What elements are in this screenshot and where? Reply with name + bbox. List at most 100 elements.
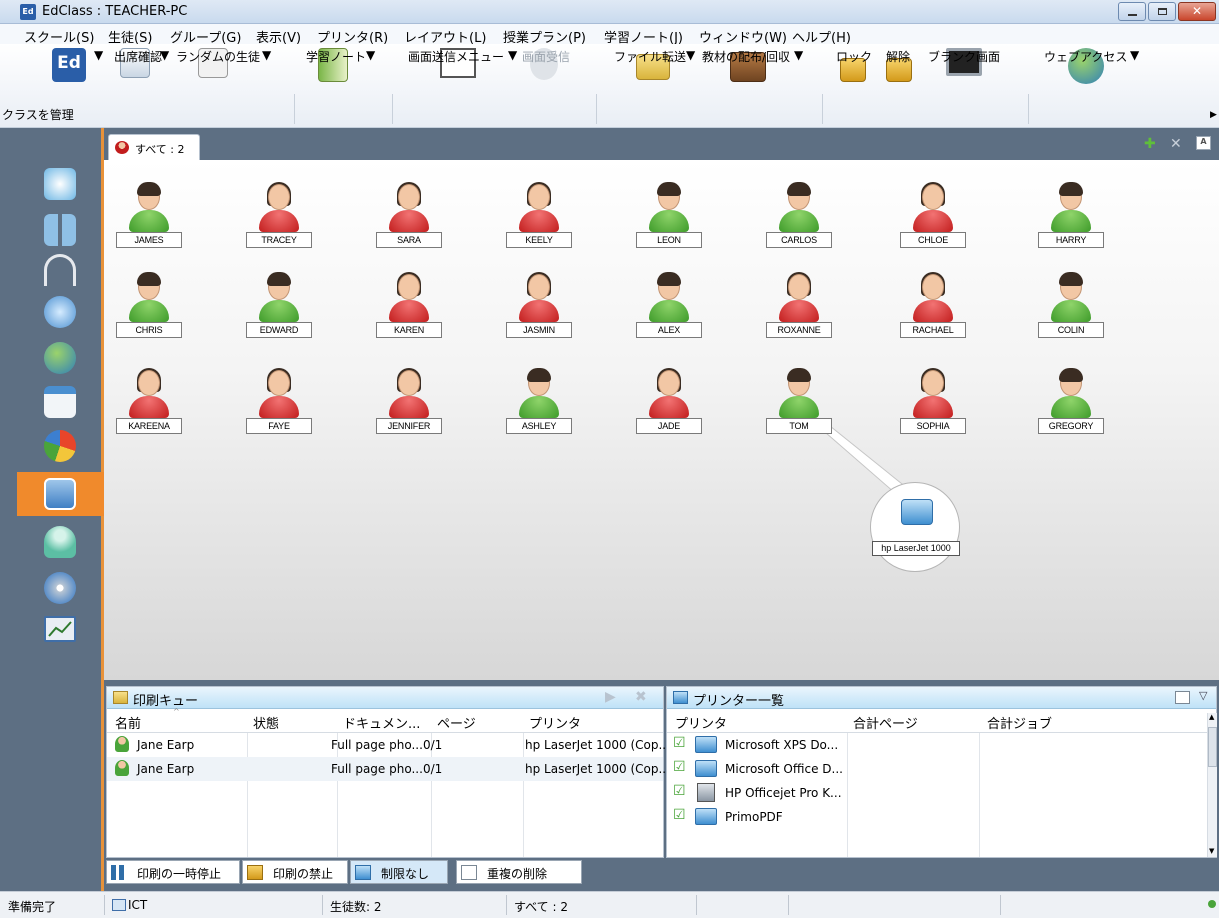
disc-icon[interactable] <box>44 572 76 604</box>
student-name-label: KEELY <box>506 232 572 248</box>
maximize-button[interactable] <box>1148 2 1176 21</box>
student-tracey[interactable]: TRACEY <box>246 170 312 248</box>
add-tab-icon[interactable]: ✚ <box>1144 136 1156 152</box>
student-sara[interactable]: SARA <box>376 170 442 248</box>
student-james[interactable]: JAMES <box>116 170 182 248</box>
scroll-down-icon[interactable]: ▼ <box>1209 847 1214 855</box>
manage-class-button[interactable]: Ed <box>52 48 86 82</box>
help-question-icon[interactable] <box>44 296 76 328</box>
file-transfer-dropdown-icon[interactable]: ▼ <box>686 48 695 62</box>
headphones-icon[interactable] <box>44 254 76 286</box>
status-divider <box>1000 895 1001 915</box>
pie-chart-icon[interactable] <box>44 430 76 462</box>
random-student-dropdown-icon[interactable]: ▼ <box>262 48 271 62</box>
printer-row[interactable]: ☑ HP Officejet Pro K... <box>667 781 1216 805</box>
unlimited-button[interactable]: 制限なし <box>350 860 448 884</box>
student-keely[interactable]: KEELY <box>506 170 572 248</box>
tab-settings-icon[interactable]: A <box>1196 136 1211 150</box>
list-settings-icon[interactable] <box>1175 691 1190 704</box>
table-row[interactable]: Jane Earp Full page pho... 0/1 hp LaserJ… <box>107 733 670 757</box>
student-chris[interactable]: CHRIS <box>116 260 182 338</box>
collapse-chevron-icon[interactable]: ▽ <box>1199 689 1207 702</box>
student-karen[interactable]: KAREN <box>376 260 442 338</box>
student-rachael[interactable]: RACHAEL <box>900 260 966 338</box>
printer-name: Microsoft XPS Do... <box>725 738 839 752</box>
student-tom[interactable]: TOM <box>766 356 832 434</box>
column-total-jobs[interactable]: 合計ジョブ <box>987 713 1052 732</box>
sidebar <box>0 128 104 891</box>
pause-printing-button[interactable]: 印刷の一時停止 <box>106 860 240 884</box>
table-row[interactable]: Jane Earp Full page pho... 0/1 hp LaserJ… <box>107 757 670 781</box>
window-icon[interactable] <box>44 386 76 418</box>
student-jennifer[interactable]: JENNIFER <box>376 356 442 434</box>
student-jade[interactable]: JADE <box>636 356 702 434</box>
student-ashley[interactable]: ASHLEY <box>506 356 572 434</box>
student-avatar-body <box>259 210 299 232</box>
job-printer: hp LaserJet 1000 (Cop... <box>525 738 670 752</box>
print-queue-title: 印刷キュー <box>133 694 199 709</box>
student-edward[interactable]: EDWARD <box>246 260 312 338</box>
column-printer[interactable]: プリンタ <box>529 713 581 732</box>
scroll-thumb[interactable] <box>1208 727 1217 767</box>
student-gregory[interactable]: GREGORY <box>1038 356 1104 434</box>
tab-all[interactable]: すべて : 2 <box>108 134 200 160</box>
job-document: Full page pho... <box>331 738 423 752</box>
student-carlos[interactable]: CARLOS <box>766 170 832 248</box>
home-icon[interactable] <box>44 168 76 200</box>
screen-send-dropdown-icon[interactable]: ▼ <box>508 48 517 62</box>
column-status[interactable]: 状態 <box>253 713 279 732</box>
delete-icon[interactable]: ✖ <box>635 689 647 705</box>
column-pages[interactable]: ページ <box>437 713 476 732</box>
student-faye[interactable]: FAYE <box>246 356 312 434</box>
column-printer[interactable]: プリンタ <box>675 713 727 732</box>
learning-note-dropdown-icon[interactable]: ▼ <box>366 48 375 62</box>
checkmark-icon[interactable]: ☑ <box>673 783 686 799</box>
manage-class-dropdown-icon[interactable]: ▼ <box>94 48 103 62</box>
checkmark-icon[interactable]: ☑ <box>673 735 686 751</box>
student-name-label: ASHLEY <box>506 418 572 434</box>
student-alex[interactable]: ALEX <box>636 260 702 338</box>
student-harry[interactable]: HARRY <box>1038 170 1104 248</box>
user-icon[interactable] <box>44 526 76 558</box>
grid-view-icon[interactable] <box>44 214 76 246</box>
globe-icon[interactable] <box>44 342 76 374</box>
column-total-pages[interactable]: 合計ページ <box>853 713 918 732</box>
play-icon[interactable]: ▶ <box>605 689 616 705</box>
checkmark-icon[interactable]: ☑ <box>673 759 686 775</box>
student-hair <box>657 272 681 286</box>
student-kareena[interactable]: KAREENA <box>116 356 182 434</box>
checkmark-icon[interactable]: ☑ <box>673 807 686 823</box>
student-avatar-body <box>779 210 819 232</box>
student-chloe[interactable]: CHLOE <box>900 170 966 248</box>
printer-row[interactable]: ☑ Microsoft XPS Do... <box>667 733 1216 757</box>
document-icon <box>461 865 477 880</box>
column-name[interactable]: 名前 <box>115 713 141 732</box>
line-chart-icon[interactable] <box>44 616 76 642</box>
student-hair <box>267 272 291 286</box>
student-leon[interactable]: LEON <box>636 170 702 248</box>
column-document[interactable]: ドキュメン... <box>343 713 420 732</box>
toolbar-overflow-icon[interactable]: ▶ <box>1210 110 1217 120</box>
block-printing-button[interactable]: 印刷の禁止 <box>242 860 348 884</box>
student-jasmin[interactable]: JASMIN <box>506 260 572 338</box>
student-avatar-body <box>129 396 169 418</box>
student-colin[interactable]: COLIN <box>1038 260 1104 338</box>
distribute-collect-dropdown-icon[interactable]: ▼ <box>794 48 803 62</box>
printer-list-scrollbar[interactable]: ▲ ▼ <box>1207 713 1217 857</box>
student-roxanne[interactable]: ROXANNE <box>766 260 832 338</box>
remove-tab-icon[interactable]: ✕ <box>1170 136 1182 152</box>
scroll-up-icon[interactable]: ▲ <box>1209 713 1214 721</box>
remove-duplicates-button[interactable]: 重複の削除 <box>456 860 582 884</box>
printer-node[interactable] <box>870 482 960 572</box>
printer-row[interactable]: ☑ PrimoPDF <box>667 805 1216 829</box>
student-avatar-body <box>779 396 819 418</box>
close-button[interactable]: ✕ <box>1178 2 1216 21</box>
student-sophia[interactable]: SOPHIA <box>900 356 966 434</box>
student-hair <box>137 182 161 196</box>
minimize-button[interactable] <box>1118 2 1146 21</box>
tab-all-label: すべて : 2 <box>135 143 185 156</box>
manage-class-label: クラスを管理 <box>2 108 74 122</box>
printer-row[interactable]: ☑ Microsoft Office D... <box>667 757 1216 781</box>
printer-icon[interactable] <box>44 478 76 510</box>
web-access-dropdown-icon[interactable]: ▼ <box>1130 48 1139 62</box>
